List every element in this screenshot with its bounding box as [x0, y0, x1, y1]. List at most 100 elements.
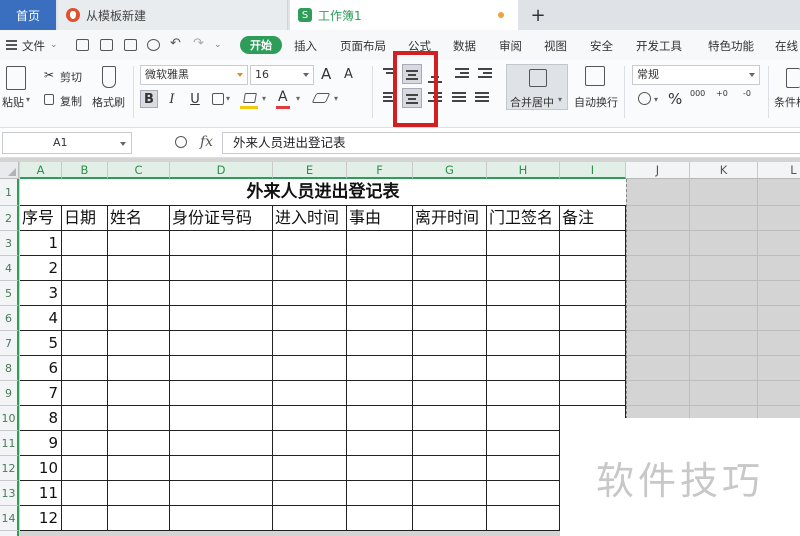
empty-cell[interactable]	[690, 306, 758, 331]
format-painter-icon[interactable]	[102, 66, 116, 88]
select-all-corner[interactable]	[0, 162, 19, 179]
row-header[interactable]: 8	[0, 356, 19, 381]
underline-button[interactable]: U	[186, 90, 204, 108]
table-cell[interactable]	[62, 281, 108, 306]
table-cell[interactable]	[413, 231, 487, 256]
table-cell[interactable]	[487, 381, 560, 406]
font-name-select[interactable]: 微软雅黑	[140, 65, 248, 85]
menu-hamburger-icon[interactable]	[6, 40, 17, 50]
empty-cell[interactable]	[690, 179, 758, 206]
cut-button[interactable]: 剪切	[60, 69, 82, 85]
empty-cell[interactable]	[758, 331, 800, 356]
row-header[interactable]: 10	[0, 406, 19, 431]
table-cell[interactable]	[62, 406, 108, 431]
font-size-select[interactable]: 16	[250, 65, 314, 85]
table-cell[interactable]	[413, 481, 487, 506]
clear-dropdown-icon[interactable]: ▾	[334, 94, 338, 103]
table-cell[interactable]	[487, 356, 560, 381]
table-cell[interactable]	[108, 331, 170, 356]
redo-icon[interactable]: ↷	[193, 36, 204, 51]
table-cell[interactable]	[108, 306, 170, 331]
table-cell[interactable]	[170, 306, 273, 331]
table-cell[interactable]	[170, 231, 273, 256]
table-cell[interactable]	[62, 506, 108, 531]
table-cell[interactable]	[347, 406, 413, 431]
menu-special[interactable]: 特色功能	[708, 38, 754, 54]
table-cell[interactable]	[62, 356, 108, 381]
menu-data[interactable]: 数据	[453, 38, 476, 54]
table-cell[interactable]: 9	[20, 431, 62, 456]
table-cell[interactable]	[273, 431, 347, 456]
table-cell[interactable]	[487, 481, 560, 506]
table-header-cell[interactable]: 门卫签名	[487, 206, 560, 231]
column-header[interactable]: K	[690, 162, 758, 179]
table-cell[interactable]	[62, 481, 108, 506]
menu-view[interactable]: 视图	[544, 38, 567, 54]
row-header[interactable]: 11	[0, 431, 19, 456]
empty-cell[interactable]	[626, 331, 690, 356]
shrink-font-button[interactable]: A	[344, 67, 353, 82]
font-color-icon[interactable]: A	[278, 89, 288, 105]
conditional-format-button[interactable]: 条件格	[774, 94, 800, 110]
table-cell[interactable]	[170, 356, 273, 381]
table-cell[interactable]	[62, 331, 108, 356]
row-header[interactable]: 13	[0, 481, 19, 506]
table-cell[interactable]: 5	[20, 331, 62, 356]
table-cell[interactable]	[170, 406, 273, 431]
row-header[interactable]: 1	[0, 179, 19, 206]
empty-cell[interactable]	[690, 256, 758, 281]
table-cell[interactable]	[347, 381, 413, 406]
table-cell[interactable]	[487, 281, 560, 306]
column-header[interactable]: B	[62, 162, 108, 179]
merge-center-button[interactable]: 合并居中	[510, 94, 554, 110]
table-cell[interactable]: 6	[20, 356, 62, 381]
table-cell[interactable]: 8	[20, 406, 62, 431]
table-cell[interactable]	[273, 281, 347, 306]
table-cell[interactable]: 4	[20, 306, 62, 331]
empty-cell[interactable]	[758, 306, 800, 331]
export-pdf-icon[interactable]	[100, 39, 113, 51]
new-tab-button[interactable]: +	[528, 0, 548, 30]
column-header[interactable]: C	[108, 162, 170, 179]
table-cell[interactable]	[108, 231, 170, 256]
table-cell[interactable]	[347, 431, 413, 456]
table-header-cell[interactable]: 姓名	[108, 206, 170, 231]
empty-cell[interactable]	[626, 356, 690, 381]
table-cell[interactable]	[413, 331, 487, 356]
indent-increase-icon[interactable]	[478, 68, 492, 80]
table-cell[interactable]	[62, 256, 108, 281]
empty-cell[interactable]	[626, 231, 690, 256]
font-color-dropdown-icon[interactable]: ▾	[296, 94, 300, 103]
menu-page-layout[interactable]: 页面布局	[340, 38, 386, 54]
table-cell[interactable]	[487, 456, 560, 481]
grow-font-button[interactable]: A	[321, 65, 331, 83]
table-cell[interactable]	[347, 281, 413, 306]
wrap-text-icon[interactable]	[585, 66, 605, 86]
name-box[interactable]: A1	[2, 132, 132, 154]
table-cell[interactable]	[170, 456, 273, 481]
row-header[interactable]: 3	[0, 231, 19, 256]
empty-cell[interactable]	[690, 356, 758, 381]
table-cell[interactable]	[273, 456, 347, 481]
row-header[interactable]: 12	[0, 456, 19, 481]
formula-input[interactable]: 外来人员进出登记表	[222, 132, 800, 154]
table-cell[interactable]	[487, 256, 560, 281]
table-cell[interactable]	[413, 381, 487, 406]
copy-icon[interactable]	[44, 94, 54, 105]
table-cell[interactable]	[487, 431, 560, 456]
menu-review[interactable]: 审阅	[499, 38, 522, 54]
table-cell[interactable]	[413, 256, 487, 281]
table-cell[interactable]	[170, 331, 273, 356]
table-cell[interactable]	[487, 331, 560, 356]
bold-button[interactable]: B	[140, 90, 158, 108]
zoom-search-icon[interactable]	[175, 136, 187, 148]
table-cell[interactable]	[560, 356, 626, 381]
file-dropdown-icon[interactable]: ⌄	[50, 40, 58, 50]
column-header[interactable]: F	[347, 162, 413, 179]
table-cell[interactable]	[347, 256, 413, 281]
table-cell[interactable]	[62, 231, 108, 256]
table-cell[interactable]	[273, 481, 347, 506]
table-cell[interactable]	[170, 256, 273, 281]
currency-dropdown-icon[interactable]: ▾	[654, 95, 658, 104]
empty-cell[interactable]	[758, 381, 800, 406]
